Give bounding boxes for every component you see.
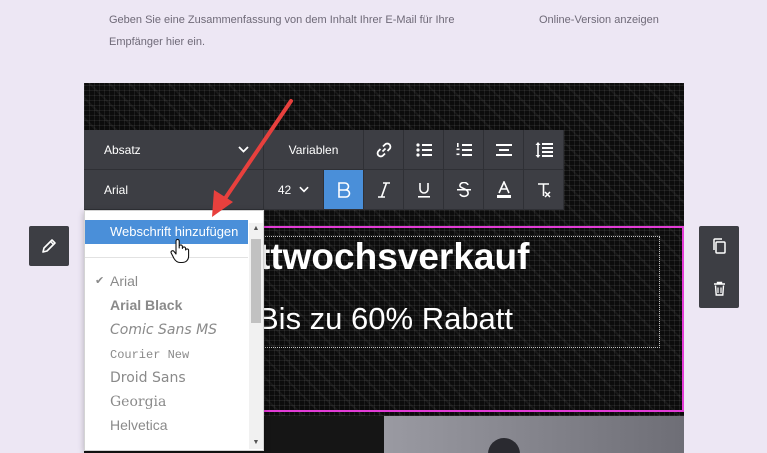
duplicate-block-button[interactable] <box>699 226 739 266</box>
hand-cursor-icon <box>170 238 190 264</box>
pencil-icon <box>42 239 56 253</box>
numbered-list-icon <box>456 142 472 156</box>
chevron-down-icon <box>238 146 249 153</box>
dropdown-separator <box>85 257 248 258</box>
lower-right-image <box>384 416 684 453</box>
font-option-droid-sans[interactable]: Droid Sans <box>85 365 248 389</box>
scroll-down-icon[interactable]: ▼ <box>249 437 263 449</box>
font-option-helvetica[interactable]: Helvetica <box>85 413 248 437</box>
font-option-courier-new[interactable]: Courier New <box>85 341 248 365</box>
font-option-label: Georgia <box>110 394 167 410</box>
strikethrough-button[interactable] <box>444 170 484 210</box>
font-size-label: 42 <box>277 182 292 197</box>
font-option-comic-sans[interactable]: Comic Sans MS <box>85 317 248 341</box>
edit-block-button[interactable] <box>29 226 69 266</box>
trash-icon <box>713 281 725 296</box>
font-option-arial-black[interactable]: Arial Black <box>85 293 248 317</box>
font-select-label: Arial <box>104 182 129 197</box>
numbered-list-button[interactable] <box>444 130 484 170</box>
bold-button[interactable] <box>324 170 364 210</box>
clear-format-icon <box>537 182 551 198</box>
align-center-icon <box>495 143 512 156</box>
bullet-list-icon <box>415 142 432 157</box>
delete-block-button[interactable] <box>699 268 739 308</box>
scrollbar-thumb[interactable] <box>251 239 261 323</box>
strikethrough-icon <box>456 181 471 197</box>
link-icon <box>376 142 391 157</box>
dropdown-scrollbar[interactable]: ▲ ▼ <box>249 223 263 449</box>
font-select[interactable]: Arial <box>84 170 264 210</box>
checkmark-icon: ✔ <box>95 275 105 287</box>
align-button[interactable] <box>484 130 524 170</box>
paragraph-select[interactable]: Absatz <box>84 130 264 170</box>
font-option-label: Helvetica <box>110 417 168 433</box>
italic-icon <box>377 181 390 198</box>
font-option-label: Droid Sans <box>110 370 186 386</box>
font-option-label: Arial Black <box>110 297 183 313</box>
variables-label: Variablen <box>288 142 339 157</box>
bold-icon <box>337 181 350 198</box>
paragraph-select-label: Absatz <box>104 142 141 157</box>
bullet-list-button[interactable] <box>404 130 444 170</box>
clear-format-button[interactable] <box>524 170 564 210</box>
font-option-label: Courier New <box>110 348 190 362</box>
text-format-toolbar: Absatz Variablen Arial 42 <box>84 130 564 210</box>
text-color-icon <box>496 180 511 198</box>
variables-button[interactable]: Variablen <box>264 130 364 170</box>
font-option-label: Comic Sans MS <box>110 322 218 338</box>
online-version-link[interactable]: Online-Version anzeigen <box>539 9 659 31</box>
text-color-button[interactable] <box>484 170 524 210</box>
duplicate-icon <box>713 238 726 254</box>
chevron-down-icon <box>299 186 309 193</box>
font-option-label: Arial <box>110 273 139 289</box>
underline-button[interactable] <box>404 170 444 210</box>
scroll-up-icon[interactable]: ▲ <box>249 223 263 235</box>
add-webfont-option[interactable]: Webschrift hinzufügen <box>85 220 248 244</box>
block-actions <box>699 226 739 308</box>
font-option-georgia[interactable]: Georgia <box>85 389 248 413</box>
italic-button[interactable] <box>364 170 404 210</box>
line-height-button[interactable] <box>524 130 564 170</box>
font-option-arial[interactable]: ✔ Arial <box>85 269 248 293</box>
link-button[interactable] <box>364 130 404 170</box>
underline-icon <box>417 182 430 198</box>
font-size-select[interactable]: 42 <box>264 170 324 210</box>
line-height-icon <box>535 141 553 158</box>
preheader-text: Geben Sie eine Zusammenfassung von dem I… <box>109 14 455 48</box>
